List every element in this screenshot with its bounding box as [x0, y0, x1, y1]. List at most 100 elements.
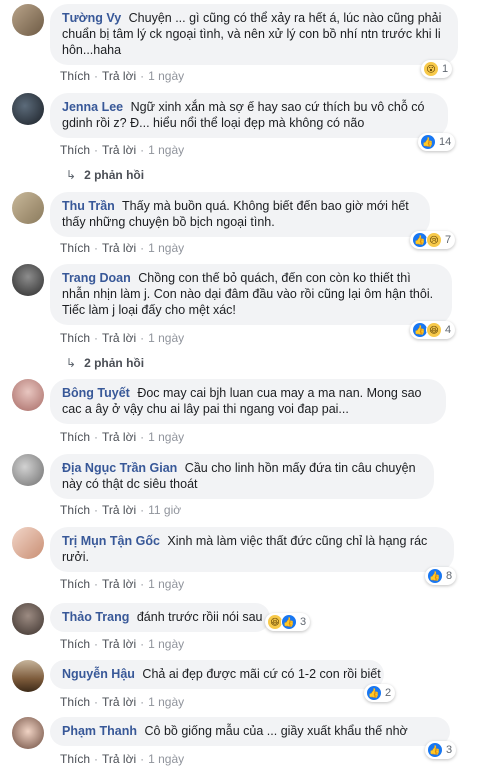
reply-link[interactable]: Trả lời — [102, 331, 136, 345]
comment-actions: Thích · Trả lời · 1 ngày — [60, 695, 185, 709]
like-icon: 👍 — [420, 134, 436, 150]
replies-link[interactable]: ↳ 2 phản hồi — [66, 168, 144, 182]
reaction-badge[interactable]: 😆 👍 3 — [265, 613, 311, 631]
reaction-count: 14 — [439, 136, 452, 148]
like-link[interactable]: Thích — [60, 637, 90, 651]
like-link[interactable]: Thích — [60, 143, 90, 157]
timestamp[interactable]: 1 ngày — [148, 752, 184, 766]
comment-author[interactable]: Thảo Trang — [62, 610, 129, 624]
comment-actions: Thích · Trả lời · 11 giờ — [60, 503, 182, 517]
comment-author[interactable]: Phạm Thanh — [62, 724, 137, 738]
comment-bubble: Thu Trần Thấy mà buồn quá. Không biết đế… — [50, 192, 430, 237]
like-icon: 👍 — [366, 685, 382, 701]
reply-link[interactable]: Trả lời — [102, 241, 136, 255]
avatar[interactable] — [12, 603, 44, 635]
reply-link[interactable]: Trả lời — [102, 143, 136, 157]
reaction-badge[interactable]: 👍 14 — [418, 133, 456, 151]
timestamp[interactable]: 1 ngày — [148, 695, 184, 709]
comment-author[interactable]: Thu Trần — [62, 199, 115, 213]
reply-link[interactable]: Trả lời — [102, 695, 136, 709]
replies-link[interactable]: ↳ 2 phản hồi — [66, 356, 144, 370]
reaction-count: 7 — [445, 234, 452, 246]
like-link[interactable]: Thích — [60, 752, 90, 766]
reaction-count: 8 — [446, 570, 453, 582]
avatar[interactable] — [12, 192, 44, 224]
comment-bubble: Bông Tuyết Đoc may cai bjh luan cua may … — [50, 379, 446, 424]
comment-author[interactable]: Nguyễn Hậu — [62, 667, 135, 681]
comment-bubble: Nguyễn Hậu Chả ai đẹp được mãi cứ có 1-2… — [50, 660, 384, 689]
comment-actions: Thích · Trả lời · 1 ngày — [60, 577, 185, 591]
wow-icon: 😮 — [423, 61, 439, 77]
reply-arrow-icon: ↳ — [66, 356, 77, 370]
comment-bubble: Địa Ngục Trần Gian Cầu cho linh hồn mấy … — [50, 454, 434, 499]
like-link[interactable]: Thích — [60, 331, 90, 345]
like-link[interactable]: Thích — [60, 430, 90, 444]
comment-text: Cô bồ giống mẫu của ... giầy xuất khẩu t… — [144, 724, 408, 738]
reaction-badge[interactable]: 👍 3 — [425, 741, 457, 759]
reaction-count: 2 — [385, 687, 392, 699]
like-icon: 👍 — [427, 742, 443, 758]
like-link[interactable]: Thích — [60, 577, 90, 591]
haha-icon: 😆 — [426, 322, 442, 338]
like-link[interactable]: Thích — [60, 241, 90, 255]
like-link[interactable]: Thích — [60, 503, 90, 517]
comment-actions: Thích · Trả lời · 1 ngày — [60, 637, 185, 651]
timestamp[interactable]: 1 ngày — [148, 331, 184, 345]
reply-link[interactable]: Trả lời — [102, 69, 136, 83]
reaction-badge[interactable]: 👍 😢 7 — [410, 231, 456, 249]
comment-actions: Thích · Trả lời · 1 ngày — [60, 752, 185, 766]
like-link[interactable]: Thích — [60, 695, 90, 709]
reply-link[interactable]: Trả lời — [102, 430, 136, 444]
comment-bubble: Trị Mụn Tận Gốc Xinh mà làm việc thất đứ… — [50, 527, 454, 572]
reply-link[interactable]: Trả lời — [102, 637, 136, 651]
comment-bubble: Tường Vy Chuyện ... gì cũng có thể xảy r… — [50, 4, 458, 65]
comment-bubble: Jenna Lee Ngữ xinh xắn mà sợ ế hay sao c… — [50, 93, 448, 138]
timestamp[interactable]: 1 ngày — [148, 577, 184, 591]
avatar[interactable] — [12, 264, 44, 296]
comment-bubble: Phạm Thanh Cô bồ giống mẫu của ... giầy … — [50, 717, 450, 746]
avatar[interactable] — [12, 93, 44, 125]
like-icon: 👍 — [281, 614, 297, 630]
timestamp[interactable]: 1 ngày — [148, 241, 184, 255]
sad-icon: 😢 — [426, 232, 442, 248]
comment-author[interactable]: Tường Vy — [62, 11, 121, 25]
timestamp[interactable]: 1 ngày — [148, 637, 184, 651]
avatar[interactable] — [12, 717, 44, 749]
reply-link[interactable]: Trả lời — [102, 577, 136, 591]
avatar[interactable] — [12, 379, 44, 411]
like-icon: 👍 — [427, 568, 443, 584]
comment-author[interactable]: Trang Doan — [62, 271, 131, 285]
timestamp[interactable]: 1 ngày — [148, 430, 184, 444]
reaction-badge[interactable]: 👍 8 — [425, 567, 457, 585]
comment-actions: Thích · Trả lời · 1 ngày — [60, 331, 185, 345]
reaction-count: 3 — [446, 744, 453, 756]
comment-text: Chả ai đẹp được mãi cứ có 1-2 con rồi bi… — [142, 667, 381, 681]
reply-link[interactable]: Trả lời — [102, 752, 136, 766]
comment-text: đánh trước rồii nói sau — [136, 610, 263, 624]
reaction-count: 3 — [300, 616, 307, 628]
timestamp[interactable]: 1 ngày — [148, 143, 184, 157]
avatar[interactable] — [12, 660, 44, 692]
avatar[interactable] — [12, 4, 44, 36]
reaction-badge[interactable]: 👍 😆 4 — [410, 321, 456, 339]
comment-author[interactable]: Địa Ngục Trần Gian — [62, 461, 177, 475]
comment-author[interactable]: Trị Mụn Tận Gốc — [62, 534, 160, 548]
reaction-count: 1 — [442, 63, 449, 75]
comment-author[interactable]: Jenna Lee — [62, 100, 123, 114]
comment-author[interactable]: Bông Tuyết — [62, 386, 130, 400]
reaction-badge[interactable]: 😮 1 — [421, 60, 453, 78]
like-link[interactable]: Thích — [60, 69, 90, 83]
reaction-count: 4 — [445, 324, 452, 336]
reply-link[interactable]: Trả lời — [102, 503, 136, 517]
avatar[interactable] — [12, 527, 44, 559]
comment-actions: Thích · Trả lời · 1 ngày — [60, 430, 185, 444]
timestamp[interactable]: 1 ngày — [148, 69, 184, 83]
comment-bubble: Thảo Trang đánh trước rồii nói sau — [50, 603, 270, 632]
avatar[interactable] — [12, 454, 44, 486]
comment-feed: Tường Vy Chuyện ... gì cũng có thể xảy r… — [0, 0, 491, 777]
timestamp[interactable]: 11 giờ — [148, 503, 181, 517]
comment-actions: Thích · Trả lời · 1 ngày — [60, 143, 185, 157]
comment-bubble: Trang Doan Chồng con thế bỏ quách, đến c… — [50, 264, 452, 325]
reaction-badge[interactable]: 👍 2 — [364, 684, 396, 702]
reply-arrow-icon: ↳ — [66, 168, 77, 182]
